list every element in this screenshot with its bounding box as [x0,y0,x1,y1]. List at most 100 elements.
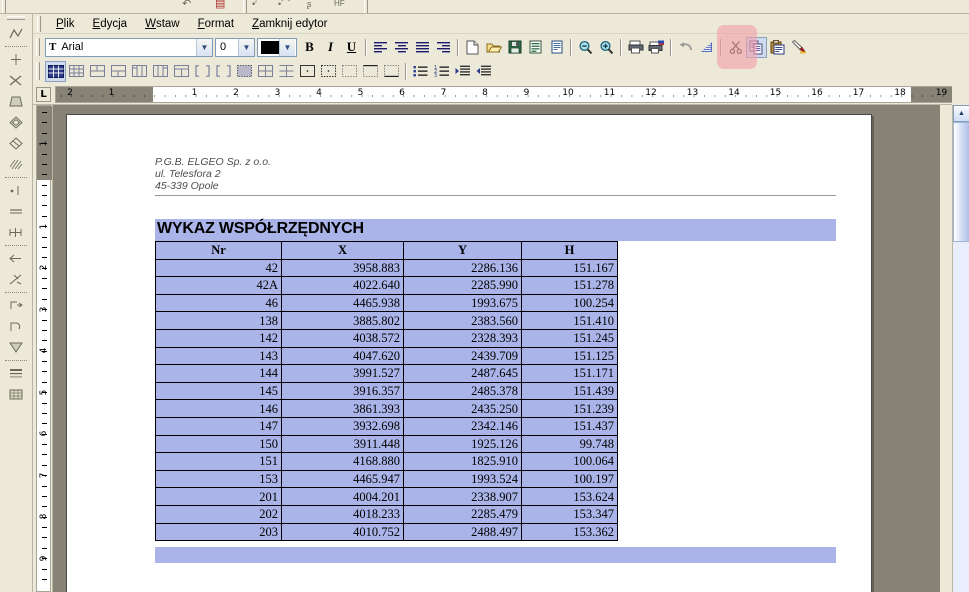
table-row[interactable]: 145 3916.357 2485.378 151.439 [155,381,618,401]
table-row[interactable]: 150 3911.448 1925.126 99.748 [155,434,618,454]
tab-stop-selector[interactable]: L [36,86,51,102]
column-header-h[interactable]: H [521,241,618,260]
table-report-button[interactable] [4,384,28,405]
font-size-combo[interactable]: 0 ▼ [215,37,255,57]
table-row[interactable]: 151 4168.880 1825.910 100.064 [155,452,618,471]
cell-y[interactable]: 2435.250 [403,399,522,418]
table-row[interactable]: 201 4004.201 2338.907 153.624 [155,487,618,506]
cell-x[interactable]: 4047.620 [281,346,404,366]
cell-h[interactable]: 100.254 [521,293,618,313]
cell-nr[interactable]: 202 [155,504,282,524]
cell-nr[interactable]: 142 [155,328,282,348]
vertical-ruler[interactable]: 21123456789 [33,105,53,592]
cell-nr[interactable]: 150 [155,434,282,454]
palette-drag-grip[interactable] [7,16,25,20]
cell-h[interactable]: 151.245 [521,328,618,348]
table-row[interactable]: 138 3885.802 2383.560 151.410 [155,311,618,330]
cell-h[interactable]: 100.197 [521,469,618,489]
cell-x[interactable]: 3932.698 [281,416,404,436]
cell-y[interactable]: 1993.675 [403,293,522,313]
cell-y[interactable]: 2487.645 [403,364,522,383]
print-button[interactable] [625,37,646,58]
point-cross-button[interactable] [4,49,28,70]
table-row[interactable]: 147 3932.698 2342.146 151.437 [155,416,618,436]
cell-y[interactable]: 2485.378 [403,381,522,401]
increase-indent-button[interactable] [452,61,473,82]
document-canvas[interactable]: P.G.B. ELGEO Sp. z o.o. ul. Telesfora 2 … [53,105,940,592]
cell-h[interactable]: 151.171 [521,364,618,383]
undo-arrow-icon[interactable]: ↶ [182,0,191,11]
text-color-dropdown-arrow[interactable]: ▼ [279,38,295,56]
cell-h[interactable]: 151.439 [521,381,618,401]
insert-column-left-button[interactable] [129,61,150,82]
table-row[interactable]: 142 4038.572 2328.393 151.245 [155,328,618,348]
border-bottom-button[interactable] [381,61,402,82]
vertical-scroll-thumb[interactable] [953,122,969,242]
insert-column-right-button[interactable] [150,61,171,82]
arrow-left-button[interactable] [4,248,28,269]
cell-x[interactable]: 4018.233 [281,504,404,524]
cell-nr[interactable]: 201 [155,487,282,506]
vertical-scrollbar[interactable]: ▲ [952,105,969,592]
coordinates-table[interactable]: Nr X Y H 42 3958.883 2286.136 151.167 42A 4022.6… [155,241,618,542]
border-none-button[interactable] [339,61,360,82]
cell-x[interactable]: 3861.393 [281,399,404,418]
menu-format[interactable]: Format [189,16,243,32]
cell-y[interactable]: 2439.709 [403,346,522,366]
table-row[interactable]: 42A 4022.640 2285.990 151.278 [155,276,618,295]
point-icon[interactable]: •′ [252,0,257,11]
table-row[interactable]: 203 4010.752 2488.497 153.362 [155,522,618,542]
table-row[interactable]: 153 4465.947 1993.524 100.197 [155,469,618,489]
align-justify-button[interactable] [412,37,433,58]
cell-y[interactable]: 2285.990 [403,276,522,295]
cell-y[interactable]: 1825.910 [403,452,522,471]
cell-y[interactable]: 2286.136 [403,258,522,278]
polygon-area-button[interactable] [4,91,28,112]
font-family-dropdown-arrow[interactable]: ▼ [196,38,212,56]
zoom-in-button[interactable] [596,37,617,58]
cell-nr[interactable]: 146 [155,399,282,418]
fill-area-button[interactable] [4,337,28,358]
baseline-button[interactable] [4,201,28,222]
polyline-button[interactable] [4,23,28,44]
table-row[interactable]: 143 4047.620 2439.709 151.125 [155,346,618,366]
scroll-up-button[interactable]: ▲ [953,105,969,122]
menu-wstaw[interactable]: Wstaw [136,16,189,32]
border-top-button[interactable] [360,61,381,82]
point-arc-icon[interactable]: •⌒ [278,0,290,11]
select-row-button[interactable] [192,61,213,82]
cell-x[interactable]: 3991.527 [281,364,404,383]
clear-format-button[interactable] [788,37,809,58]
cell-x[interactable]: 4465.947 [281,469,404,489]
bullet-list-button[interactable] [410,61,431,82]
cell-nr[interactable]: 203 [155,522,282,542]
cell-h[interactable]: 151.167 [521,258,618,278]
cell-nr[interactable]: 138 [155,311,282,330]
new-document-button[interactable] [462,37,483,58]
cell-y[interactable]: 2383.560 [403,311,522,330]
table-row[interactable]: 46 4465.938 1993.675 100.254 [155,293,618,313]
undo-button[interactable] [675,37,696,58]
cell-nr[interactable]: 42 [155,258,282,278]
align-right-button[interactable] [433,37,454,58]
symbol-icon[interactable]: ʂ [307,0,312,11]
zoom-out-button[interactable] [575,37,596,58]
font-size-dropdown-arrow[interactable]: ▼ [238,38,254,56]
merge-cells-button[interactable] [87,61,108,82]
cell-nr[interactable]: 144 [155,364,282,383]
menu-plik[interactable]: Plik [47,16,84,32]
border-outline-button[interactable] [297,61,318,82]
cell-h[interactable]: 151.437 [521,416,618,436]
cell-x[interactable]: 4168.880 [281,452,404,471]
intersect-lines-button[interactable] [4,70,28,91]
border-grid-button[interactable] [276,61,297,82]
align-center-button[interactable] [391,37,412,58]
rotate-shape-button[interactable] [4,133,28,154]
insert-table-button[interactable] [45,60,66,82]
cell-y[interactable]: 2328.393 [403,328,522,348]
cell-x[interactable]: 3916.357 [281,381,404,401]
cell-x[interactable]: 4465.938 [281,293,404,313]
cut-button[interactable] [725,37,746,58]
table-row[interactable]: 42 3958.883 2286.136 151.167 [155,258,618,278]
redo-button[interactable] [696,37,717,58]
